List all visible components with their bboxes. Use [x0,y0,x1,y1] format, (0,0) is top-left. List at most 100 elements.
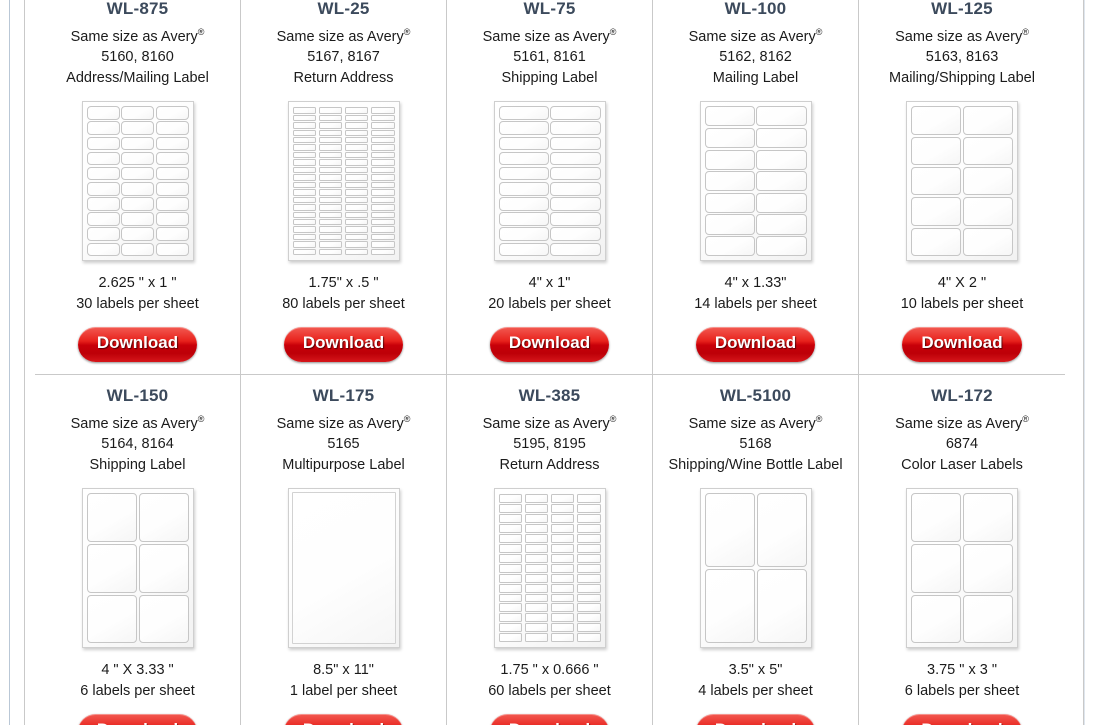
label-cell [911,197,961,226]
labels-per-sheet: 4 labels per sheet [698,683,813,700]
label-cell [498,136,549,151]
label-cell [371,248,395,256]
label-type: Return Address [499,456,600,473]
same-size-as-avery-label: Same size as Avery [276,28,404,45]
registered-trademark-icon: ® [1022,26,1029,37]
label-cell [577,623,601,633]
label-cell [371,189,395,196]
label-cell [345,166,369,174]
label-cell [963,167,1013,196]
label-cell [86,197,120,211]
label-cell [577,603,601,613]
label-cell [345,211,369,218]
download-button[interactable]: Download [695,714,816,725]
label-cell [498,227,549,242]
download-button[interactable]: Download [902,327,1022,362]
label-cell [498,242,549,257]
avery-equivalent-numbers: 5164, 8164 [101,436,174,453]
download-button[interactable]: Download [902,714,1022,725]
label-cell [524,603,548,613]
label-cell [121,242,154,257]
label-cell [498,573,522,583]
label-cell [524,623,548,633]
label-cell [155,136,189,151]
product-card: WL-172 Same size as Avery® 6874 Color Laser… [859,374,1065,725]
label-cell [498,563,522,573]
label-cell [524,494,548,504]
label-type: Multipurpose Label [282,456,405,473]
label-cell [550,136,601,151]
label-cell [498,197,549,211]
label-sheet-preview [493,101,606,262]
label-cell [498,524,522,533]
label-cell [911,543,961,593]
product-sku: WL-100 [724,0,787,18]
labels-per-sheet: 6 labels per sheet [904,683,1020,700]
label-cell [704,236,755,257]
labels-per-sheet: 1 label per sheet [289,683,398,700]
download-button[interactable]: Download [489,714,610,725]
label-cell [524,543,548,553]
download-button[interactable]: Download [489,327,610,362]
sheet-preview-container [493,485,606,651]
label-cell [318,196,342,204]
label-cell [86,212,120,226]
label-sheet-preview [906,101,1018,262]
download-button[interactable]: Download [695,327,816,362]
label-cell [498,106,549,120]
label-cell [345,189,369,196]
label-cell [371,181,395,189]
label-type: Address/Mailing Label [66,69,209,86]
same-size-as-avery-text: Same size as Avery® [895,413,1029,434]
label-cell [756,192,807,213]
label-cell [155,197,189,211]
label-cell [318,174,342,181]
label-cell [550,227,601,242]
same-size-as-avery-label: Same size as Avery [70,415,198,432]
label-cell [345,181,369,189]
download-button[interactable]: Download [77,714,198,725]
label-cell [318,114,342,122]
sheet-preview-container [81,485,194,651]
label-cell [756,214,807,235]
label-cell [345,151,369,159]
label-cell [86,181,120,196]
download-button[interactable]: Download [283,714,404,725]
label-cell [155,151,189,166]
label-cell [345,122,369,129]
label-cell [318,122,342,129]
label-cell [577,633,601,643]
same-size-as-avery-text: Same size as Avery® [895,26,1029,47]
label-cell [963,106,1013,135]
label-cell [911,167,961,196]
download-button[interactable]: Download [77,327,198,362]
label-cell [371,166,395,174]
label-cell [292,233,316,241]
download-button[interactable]: Download [283,327,404,362]
label-cell [291,492,396,645]
label-cell [756,236,807,257]
label-cell [550,197,601,211]
label-cell [963,136,1013,166]
label-cell [292,218,316,226]
avery-equivalent-numbers: 5168 [739,436,772,453]
product-card: WL-125 Same size as Avery® 5163, 8163 Maili… [859,0,1065,375]
same-size-as-avery-text: Same size as Avery® [277,26,411,47]
label-cell [963,493,1013,542]
same-size-as-avery-label: Same size as Avery [482,415,610,432]
label-cell [371,241,395,248]
sheet-preview-container [493,98,606,264]
label-cell [371,204,395,211]
label-cell [498,553,522,563]
label-cell [345,129,369,137]
label-cell [577,524,601,533]
label-cell [498,514,522,524]
label-dimensions: 1.75" x .5 " [308,275,379,292]
label-cell [498,151,549,166]
label-cell [371,174,395,181]
label-dimensions: 3.5" x 5" [728,662,783,679]
label-dimensions: 8.5" x 11" [313,662,374,679]
registered-trademark-icon: ® [609,413,617,424]
label-cell [86,136,120,151]
label-cell [155,242,189,257]
